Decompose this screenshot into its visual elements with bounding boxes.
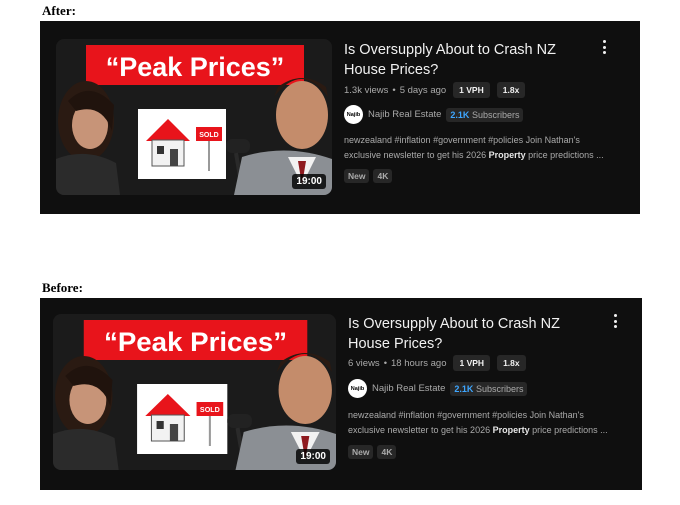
subscriber-count: 2.1K bbox=[454, 383, 474, 394]
view-count: 6 views bbox=[348, 357, 380, 369]
video-title-line: House Prices? bbox=[348, 336, 443, 352]
video-thumbnail[interactable]: “Peak Prices” SOLD 19:00 bbox=[53, 314, 336, 470]
video-title[interactable]: Is Oversupply About to Crash NZ House Pr… bbox=[348, 314, 560, 354]
meta-separator: • bbox=[383, 357, 388, 369]
video-title-line: House Prices? bbox=[344, 62, 439, 78]
video-title-line: Is Oversupply About to Crash NZ bbox=[348, 316, 560, 332]
vph-pill: 1 VPH bbox=[453, 355, 491, 371]
4k-badge: 4K bbox=[373, 169, 393, 183]
subscriber-count: 2.1K bbox=[450, 109, 470, 120]
video-description: newzealand #inflation #government #polic… bbox=[348, 408, 638, 438]
multiplier-pill: 1.8x bbox=[497, 355, 526, 371]
channel-avatar[interactable]: Najib bbox=[348, 379, 367, 398]
description-line: exclusive newsletter to get his 2026 Pro… bbox=[348, 425, 608, 435]
upload-age: 18 hours ago bbox=[391, 357, 447, 369]
video-thumbnail[interactable]: “Peak Prices” SOLD 19:00 bbox=[56, 39, 332, 195]
upload-age: 5 days ago bbox=[399, 84, 447, 96]
video-meta: 6 views • 18 hours ago 1 VPH 1.8x bbox=[348, 355, 526, 371]
channel-avatar[interactable]: Najib bbox=[344, 105, 363, 124]
video-card-after[interactable]: “Peak Prices” SOLD 19:00 Is Oversupply A… bbox=[40, 21, 640, 214]
more-vert-icon[interactable] bbox=[601, 40, 607, 56]
duration-badge: 19:00 bbox=[296, 449, 330, 464]
subscriber-label: Subscribers bbox=[471, 109, 520, 120]
more-vert-icon[interactable] bbox=[612, 314, 618, 330]
vph-pill: 1 VPH bbox=[453, 82, 490, 98]
meta-separator: • bbox=[392, 84, 396, 96]
sold-sign: SOLD bbox=[200, 406, 220, 414]
section-label-before: Before: bbox=[42, 280, 83, 295]
sold-sign: SOLD bbox=[199, 132, 218, 139]
description-line: newzealand #inflation #government #polic… bbox=[348, 410, 584, 420]
view-count: 1.3k views bbox=[344, 84, 389, 96]
video-description: newzealand #inflation #government #polic… bbox=[344, 133, 634, 163]
badge-row: New 4K bbox=[348, 445, 397, 459]
new-badge: New bbox=[348, 445, 374, 459]
thumbnail-image: “Peak Prices” SOLD bbox=[56, 39, 332, 195]
4k-badge: 4K bbox=[377, 445, 397, 459]
new-badge: New bbox=[344, 169, 370, 183]
thumbnail-headline: “Peak Prices” bbox=[104, 326, 287, 357]
thumbnail-headline: “Peak Prices” bbox=[106, 52, 285, 82]
video-meta: 1.3k views • 5 days ago 1 VPH 1.8x bbox=[344, 82, 526, 98]
video-title-line: Is Oversupply About to Crash NZ bbox=[344, 42, 556, 58]
duration-badge: 19:00 bbox=[292, 174, 326, 189]
channel-row[interactable]: Najib Najib Real Estate 2.1K Subscribers bbox=[344, 105, 524, 124]
multiplier-pill: 1.8x bbox=[496, 82, 526, 98]
channel-name[interactable]: Najib Real Estate bbox=[372, 383, 445, 394]
section-label-after: After: bbox=[42, 3, 76, 18]
description-line: exclusive newsletter to get his 2026 Pro… bbox=[344, 150, 604, 160]
video-title[interactable]: Is Oversupply About to Crash NZ House Pr… bbox=[344, 40, 556, 80]
subscriber-label: Subscribers bbox=[475, 383, 524, 394]
thumbnail-image: “Peak Prices” SOLD bbox=[53, 314, 336, 470]
channel-name[interactable]: Najib Real Estate bbox=[368, 109, 441, 120]
subscriber-badge: 2.1K Subscribers bbox=[446, 107, 524, 122]
subscriber-badge: 2.1K Subscribers bbox=[450, 381, 528, 396]
description-line: newzealand #inflation #government #polic… bbox=[344, 135, 580, 145]
video-card-before[interactable]: “Peak Prices” SOLD 19:00 Is Oversupply A… bbox=[40, 298, 642, 490]
badge-row: New 4K bbox=[344, 169, 393, 183]
channel-row[interactable]: Najib Najib Real Estate 2.1K Subscribers bbox=[348, 379, 528, 398]
